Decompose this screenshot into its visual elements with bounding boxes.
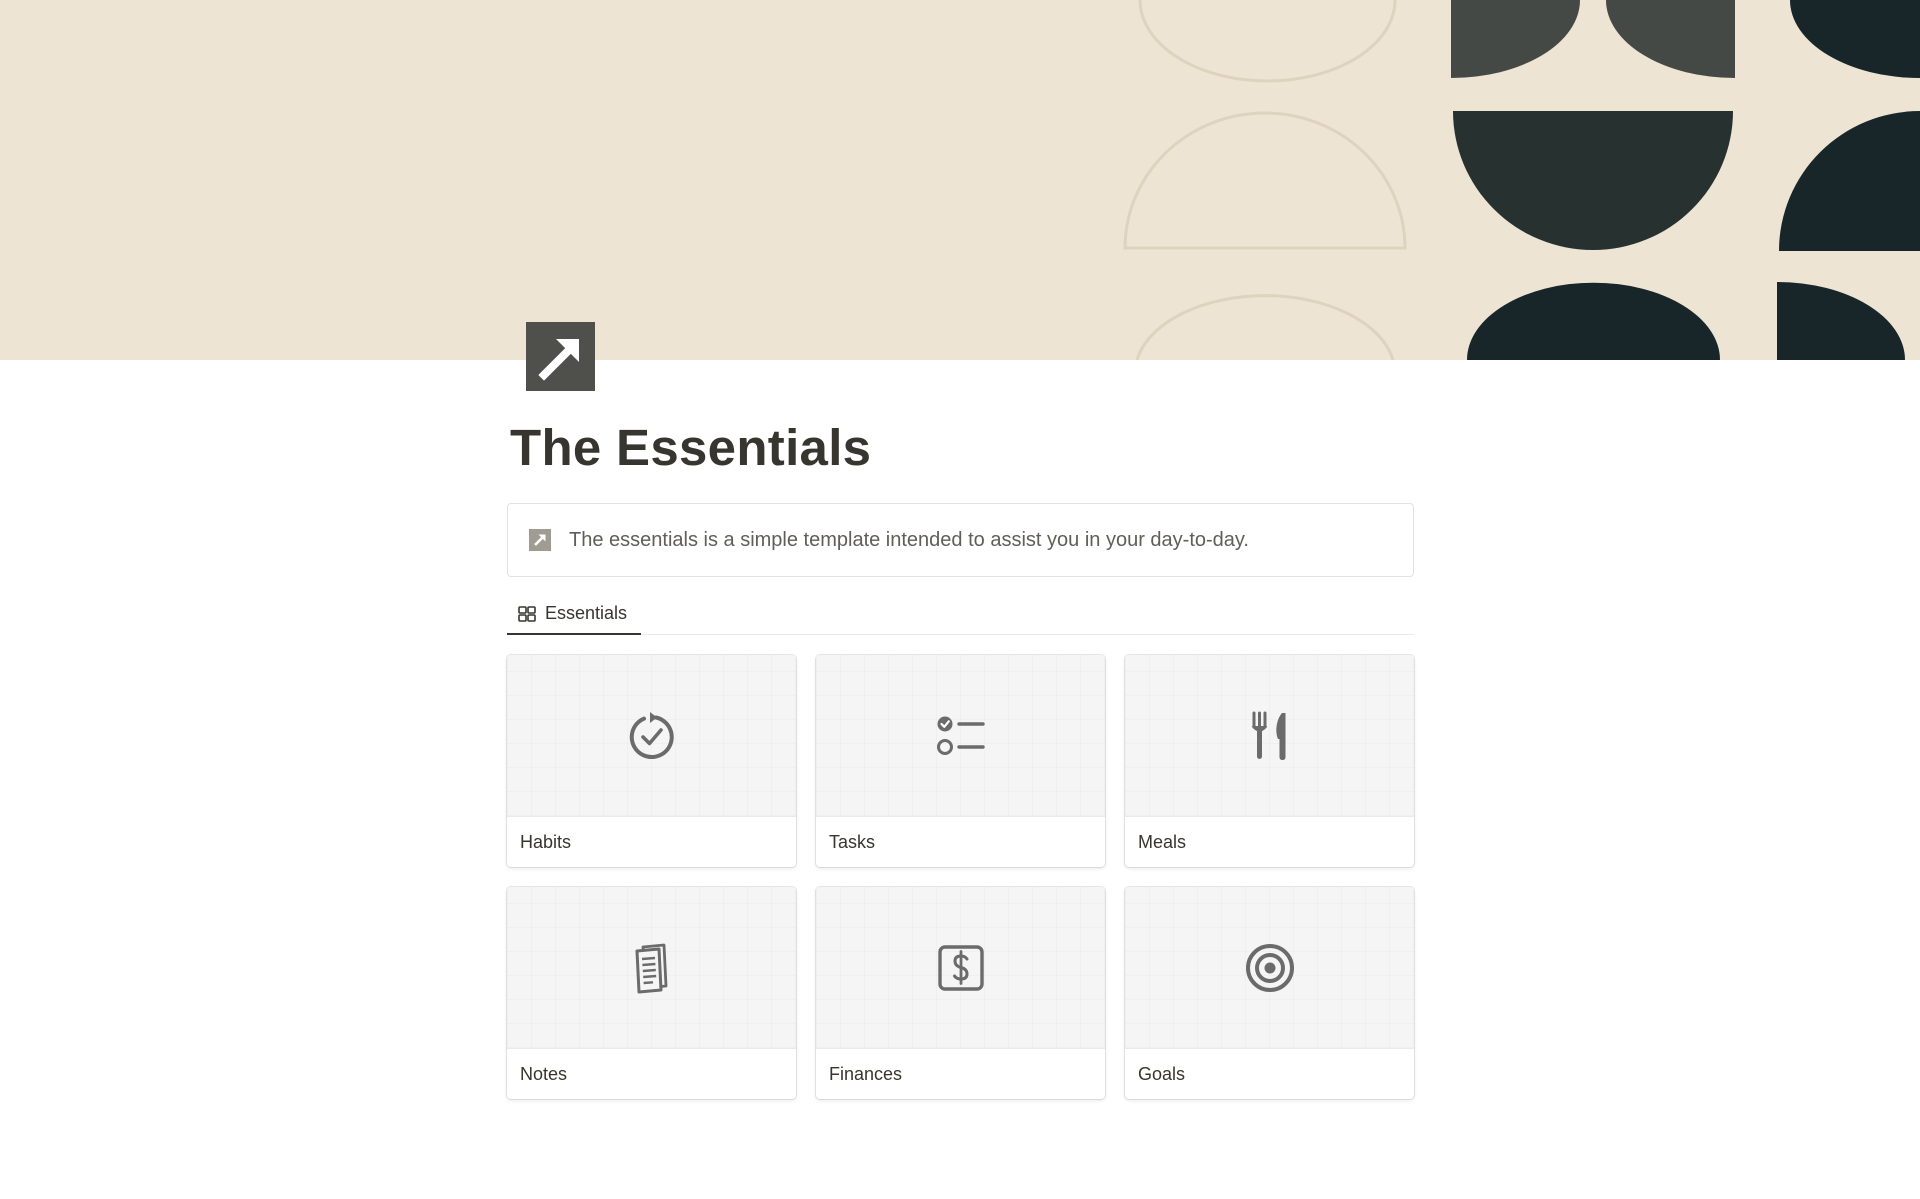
callout-block[interactable]: The essentials is a simple template inte… [507, 503, 1414, 577]
gallery-card-habits[interactable]: Habits [507, 655, 796, 867]
gallery-grid-icon [518, 605, 536, 622]
card-cover [507, 655, 796, 817]
gallery-card-tasks[interactable]: Tasks [816, 655, 1105, 867]
gallery-card-notes[interactable]: Notes [507, 887, 796, 1099]
north-east-arrow-icon [526, 322, 595, 391]
fork-knife-icon [1251, 711, 1285, 760]
callout-text: The essentials is a simple template inte… [569, 528, 1249, 551]
card-title: Goals [1138, 1063, 1186, 1084]
gallery-card-goals[interactable]: Goals [1125, 887, 1414, 1099]
north-east-arrow-icon [529, 529, 551, 551]
card-title: Meals [1138, 831, 1187, 852]
card-title: Habits [520, 831, 572, 852]
card-cover [816, 655, 1105, 817]
card-title: Tasks [829, 831, 876, 852]
gallery-view: Habits Tasks Meals Notes Finances Goals [507, 655, 1414, 1099]
card-title: Notes [520, 1063, 568, 1084]
target-icon [1245, 943, 1294, 992]
page-cover [0, 0, 1920, 360]
card-cover [1125, 655, 1414, 817]
card-cover [1125, 887, 1414, 1049]
tab-label: Essentials [545, 603, 628, 623]
card-title: Finances [829, 1063, 903, 1084]
checklist-icon [936, 716, 985, 755]
card-cover [816, 887, 1105, 1049]
page-icon[interactable] [526, 322, 595, 391]
gallery-card-meals[interactable]: Meals [1125, 655, 1414, 867]
database-view-tabs: Essentials [507, 594, 1414, 635]
gallery-card-finances[interactable]: Finances [816, 887, 1105, 1099]
tab-essentials[interactable]: Essentials [507, 594, 641, 635]
document-icon [635, 943, 667, 993]
circular-check-icon [629, 711, 674, 759]
page-title[interactable]: The Essentials [510, 418, 871, 477]
dollar-box-icon [937, 944, 984, 991]
card-cover [507, 887, 796, 1049]
cover-pattern [0, 0, 1920, 360]
